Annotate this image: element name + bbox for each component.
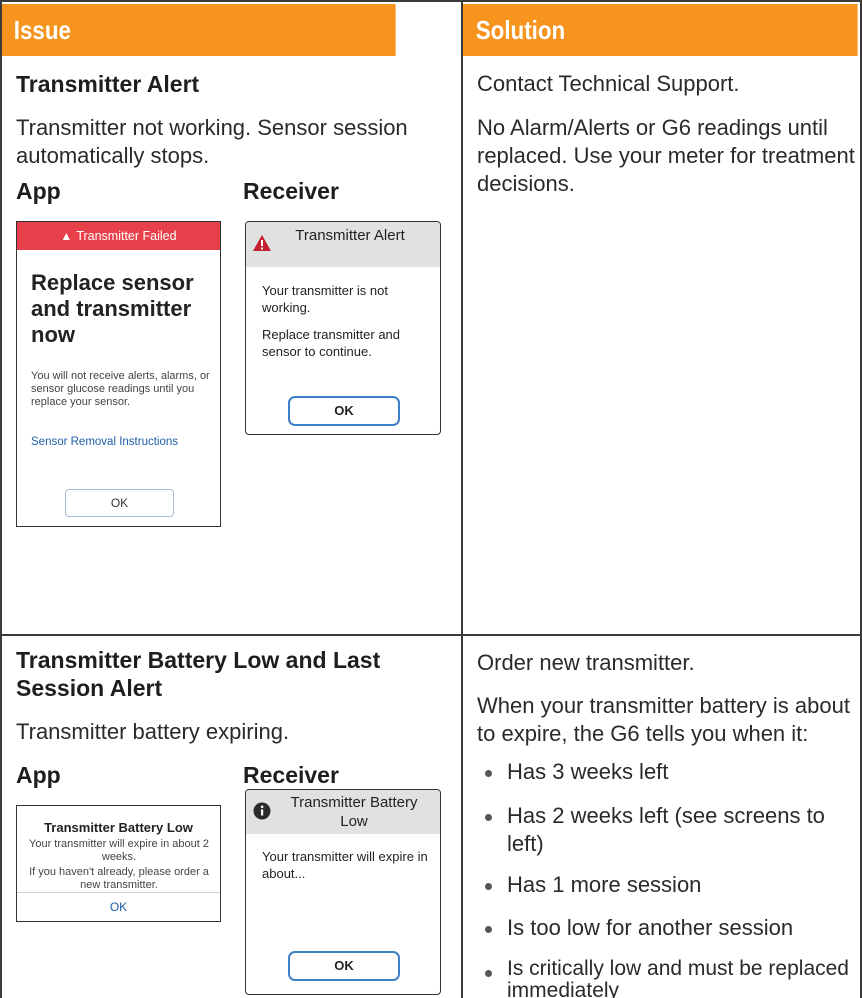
row2-solution-1: Order new transmitter. — [477, 650, 695, 675]
header-issue: Issue — [0, 4, 396, 56]
bullet-dot — [485, 770, 492, 777]
battery-low-title: Transmitter Battery Low — [44, 820, 193, 835]
receiver-ok-button-2[interactable]: OK — [288, 951, 400, 981]
list-item: Is too low for another session — [507, 915, 794, 940]
header-solution: Solution — [462, 4, 858, 56]
receiver-header: Transmitter Alert — [246, 222, 440, 267]
receiver-battery-message: Your transmitter will expire in about... — [262, 849, 428, 881]
receiver-message-1: Your transmitter is not working. — [262, 283, 388, 315]
transmitter-failed-banner: ▲ Transmitter Failed — [17, 222, 220, 250]
row1-solution-1: Contact Technical Support. — [477, 71, 740, 96]
row2-app-label: App — [16, 762, 61, 788]
header-solution-label: Solution — [475, 15, 566, 45]
bullet-dot — [485, 814, 492, 821]
row2-solution-2: When your transmitter battery is about t… — [477, 693, 850, 746]
app-ok-button[interactable]: OK — [65, 489, 174, 517]
column-divider — [461, 0, 463, 998]
bullet-dot — [485, 926, 492, 933]
receiver-ok-button[interactable]: OK — [288, 396, 400, 426]
battery-app-ok-button[interactable]: OK — [17, 900, 220, 914]
list-item: Has 3 weeks left — [507, 759, 669, 784]
row-divider — [0, 634, 862, 636]
list-item: Has 1 more session — [507, 872, 702, 897]
info-icon — [253, 802, 271, 820]
table-header: Issue Solution — [0, 0, 862, 56]
receiver-title: Transmitter Alert — [295, 227, 405, 244]
battery-low-message-1: Your transmitter will expire in about 2 … — [29, 838, 209, 863]
row2-receiver-screen: Transmitter Battery Low Your transmitter… — [245, 789, 441, 995]
alert-triangle-icon — [253, 235, 271, 251]
row1-app-screen: ▲ Transmitter Failed Replace sensor and t… — [16, 221, 221, 527]
row2-description: Transmitter battery expiring. — [16, 719, 290, 744]
banner-text: Transmitter Failed — [76, 229, 177, 243]
app-divider — [17, 892, 220, 893]
row1-receiver-screen: Transmitter Alert Your transmitter is no… — [245, 221, 441, 435]
top-border — [0, 0, 862, 2]
row1-receiver-label: Receiver — [243, 178, 339, 204]
receiver-header-2: Transmitter Battery Low — [246, 790, 440, 834]
row2-app-screen: Transmitter Battery Low Your transmitter… — [16, 805, 221, 922]
battery-low-message-2: If you haven't already, please order a n… — [29, 866, 209, 891]
app-message: You will not receive alerts, alarms, or … — [31, 370, 210, 408]
row1-solution-2: No Alarm/Alerts or G6 readings until rep… — [477, 115, 855, 196]
left-border — [0, 0, 2, 998]
row1-title: Transmitter Alert — [16, 71, 200, 97]
bullet-dot — [485, 970, 492, 977]
troubleshooting-table: Issue Solution Transmitter Alert Transmi… — [0, 0, 862, 998]
receiver-message-2: Replace transmitter and sensor to contin… — [262, 327, 401, 359]
receiver-title-2: Transmitter Battery Low — [290, 794, 418, 830]
row2-title: Transmitter Battery Low and Last Session… — [16, 647, 381, 701]
list-item: Has 2 weeks left (see screens to left) — [507, 803, 825, 856]
header-issue-label: Issue — [13, 15, 71, 45]
row1-description: Transmitter not working. Sensor session … — [16, 115, 408, 168]
sensor-removal-link[interactable]: Sensor Removal Instructions — [31, 436, 178, 448]
list-item: Is critically low and must be replaced i… — [507, 957, 849, 998]
warning-icon: ▲ — [60, 229, 73, 243]
row1-app-label: App — [16, 178, 61, 204]
row2-receiver-label: Receiver — [243, 762, 339, 788]
bullet-dot — [485, 883, 492, 890]
app-heading: Replace sensor and transmitter now — [31, 270, 194, 347]
